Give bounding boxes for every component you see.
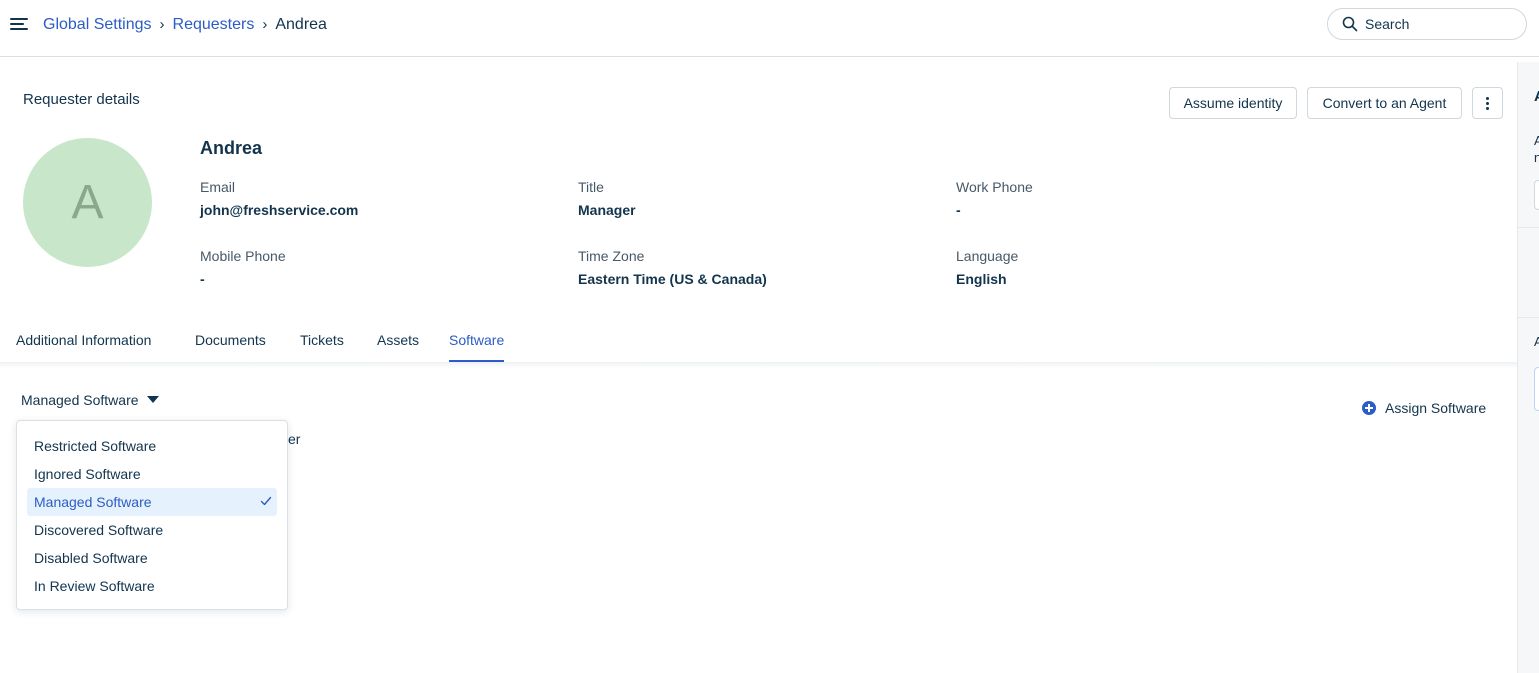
menu-item-managed-software[interactable]: Managed Software [27,488,277,516]
field-title: Title Manager [578,178,636,219]
requester-name: Andrea [200,138,263,158]
sidebar-text: An [1534,132,1539,166]
menu-item-in-review-software[interactable]: In Review Software [27,572,277,600]
field-value: - [200,271,205,287]
field-language: Language English [956,247,1018,288]
breadcrumb-global-settings[interactable]: Global Settings [43,15,152,35]
assign-software-label: Assign Software [1385,400,1487,416]
field-value: Manager [578,202,636,218]
tab-documents[interactable]: Documents [195,332,266,360]
sidebar-input[interactable] [1534,180,1539,210]
divider [1518,227,1539,228]
field-time-zone: Time Zone Eastern Time (US & Canada) [578,247,767,288]
dropdown-label: Managed Software [21,392,139,408]
menu-item-discovered-software[interactable]: Discovered Software [27,516,277,544]
assume-identity-button[interactable]: Assume identity [1169,87,1297,119]
tab-assets[interactable]: Assets [377,332,419,360]
partial-text: er [288,431,301,447]
check-icon [260,496,272,506]
software-type-dropdown[interactable]: Managed Software [21,392,159,408]
field-label: Language [956,248,1019,264]
divider [1518,317,1539,318]
field-work-phone: Work Phone - [956,178,1033,219]
field-label: Mobile Phone [200,248,286,264]
convert-to-agent-button[interactable]: Convert to an Agent [1307,87,1462,119]
sidebar-card[interactable] [1534,367,1539,411]
menu-item-ignored-software[interactable]: Ignored Software [27,460,277,488]
right-sidebar: A An A [1517,62,1539,673]
field-label: Time Zone [578,248,645,264]
menu-item-restricted-software[interactable]: Restricted Software [27,432,277,460]
chevron-right-icon: › [159,16,165,33]
assign-software-button[interactable]: Assign Software [1362,400,1486,416]
divider [0,362,1517,368]
field-value: john@freshservice.com [200,202,359,218]
more-options-button[interactable] [1472,87,1503,119]
search-input[interactable] [1365,16,1515,32]
breadcrumb: Global Settings › Requesters › Andrea [43,15,327,35]
tab-software[interactable]: Software [449,332,505,362]
top-bar: Global Settings › Requesters › Andrea [0,0,1539,57]
section-title: Requester details [23,91,140,108]
field-value: Eastern Time (US & Canada) [578,271,767,287]
field-email: Email john@freshservice.com [200,178,358,219]
caret-down-icon [146,395,159,403]
field-label: Work Phone [956,179,1033,195]
avatar: A [23,138,152,267]
chevron-right-icon: › [262,16,268,33]
search-box[interactable] [1327,8,1527,40]
more-vertical-icon [1486,96,1489,110]
breadcrumb-current: Andrea [275,16,327,33]
field-label: Title [578,179,604,195]
breadcrumb-requesters[interactable]: Requesters [173,15,255,35]
tab-additional-information[interactable]: Additional Information [16,332,151,360]
sidebar-label: A [1534,334,1539,349]
software-type-menu: Restricted Software Ignored Software Man… [16,420,288,610]
field-value: English [956,271,1007,287]
menu-item-label: Managed Software [34,494,152,510]
menu-item-disabled-software[interactable]: Disabled Software [27,544,277,572]
sidebar-title: A [1534,88,1539,105]
tab-bar: Additional Information Documents Tickets… [0,325,1517,363]
plus-circle-icon [1362,401,1376,415]
tab-tickets[interactable]: Tickets [300,332,344,360]
field-mobile-phone: Mobile Phone - [200,247,286,288]
menu-icon[interactable] [10,16,28,32]
field-value: - [956,202,961,218]
field-label: Email [200,179,236,195]
search-icon [1342,16,1358,32]
